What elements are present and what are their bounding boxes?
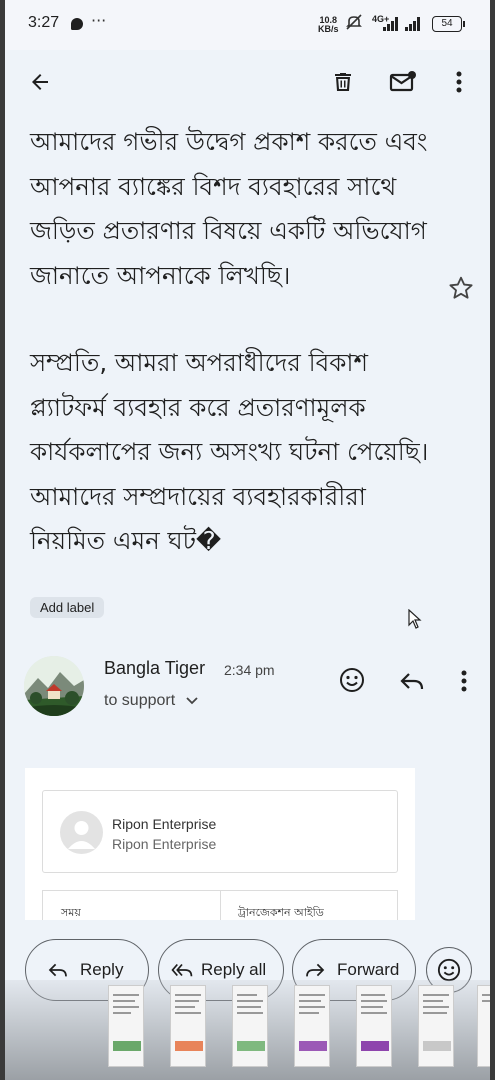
body-paragraph: সম্প্রতি, আমরা অপরাধীদের বিকাশ প্ল্যাটফর… <box>30 348 429 555</box>
message-time: 2:34 pm <box>224 662 275 678</box>
merchant-card: Ripon Enterprise Ripon Enterprise <box>42 790 398 873</box>
delete-icon[interactable] <box>328 67 358 97</box>
reply-icon[interactable] <box>396 665 428 697</box>
signal-icon-2 <box>405 17 423 31</box>
signal-icon <box>383 17 401 31</box>
app-bar <box>5 50 490 116</box>
star-icon[interactable] <box>448 275 474 305</box>
reply-icon <box>48 962 80 978</box>
more-vert-icon[interactable] <box>445 67 473 97</box>
email-receipt: Ripon Enterprise Ripon Enterprise সময় ট… <box>25 768 415 920</box>
sender-name[interactable]: Bangla Tiger <box>104 658 205 679</box>
back-arrow-icon[interactable] <box>25 67 55 97</box>
receipt-table-header: সময় ট্রানজেকশন আইডি <box>42 890 398 920</box>
merchant-subtitle: Ripon Enterprise <box>112 836 217 852</box>
add-label-chip[interactable]: Add label <box>30 597 105 618</box>
reply-all-icon <box>171 962 201 978</box>
mute-icon <box>345 13 363 36</box>
status-bar: 3:27 ··· 10.8 KB/s 4G+ 54 <box>5 0 490 50</box>
mark-unread-icon[interactable] <box>387 67 419 97</box>
recipient-details[interactable]: to support <box>104 692 198 710</box>
forward-label: Forward <box>337 960 400 979</box>
avatar[interactable] <box>24 656 84 716</box>
emoji-icon[interactable] <box>335 663 369 697</box>
column-time: সময় <box>61 906 81 919</box>
battery-icon: 54 <box>432 16 465 32</box>
recent-thumbnail[interactable] <box>108 985 144 1067</box>
status-time: 3:27 <box>28 14 60 31</box>
recent-thumbnail[interactable] <box>477 985 490 1067</box>
recent-thumbnail[interactable] <box>294 985 330 1067</box>
message-more-vert-icon[interactable] <box>451 666 477 696</box>
merchant-avatar-icon <box>60 811 103 854</box>
recipient-label: to support <box>104 692 176 710</box>
recent-thumbnail[interactable] <box>170 985 206 1067</box>
chevron-down-icon <box>185 692 198 710</box>
mouse-cursor-icon <box>408 608 422 633</box>
network-speed: 10.8 KB/s <box>318 16 339 34</box>
reply-all-label: Reply all <box>201 960 267 979</box>
network-speed-unit: KB/s <box>318 24 339 34</box>
merchant-name: Ripon Enterprise <box>112 816 217 832</box>
recent-thumbnail[interactable] <box>232 985 268 1067</box>
reply-label: Reply <box>80 960 124 979</box>
email-body: আমাদের গভীর উদ্বেগ প্রকাশ করতে এবং আপনার… <box>30 120 430 564</box>
more-notifications-icon: ··· <box>91 11 107 30</box>
forward-icon <box>305 962 337 978</box>
screen: 3:27 ··· 10.8 KB/s 4G+ 54 আমাদের গভীর উদ… <box>5 0 490 1080</box>
emoji-icon <box>437 958 461 982</box>
recent-thumbnail[interactable] <box>356 985 392 1067</box>
recent-thumbnail[interactable] <box>418 985 454 1067</box>
column-transaction-id: ট্রানজেকশন আইডি <box>238 906 324 919</box>
chat-notification-icon <box>71 18 83 30</box>
body-paragraph: আমাদের গভীর উদ্বেগ প্রকাশ করতে এবং আপনার… <box>30 127 428 290</box>
